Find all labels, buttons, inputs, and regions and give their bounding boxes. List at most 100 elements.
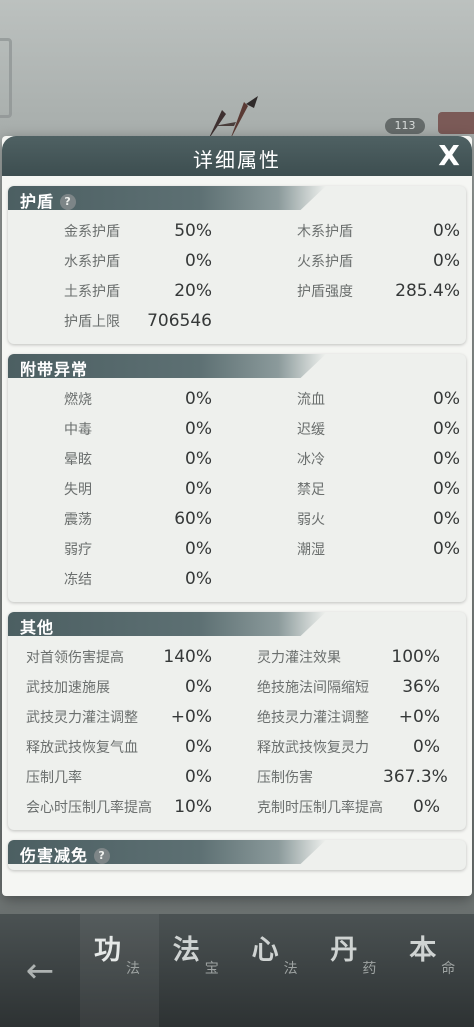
- dialog-header: 详细属性 X: [2, 136, 472, 176]
- stat-row: 释放武技恢复气血 0% 释放武技恢复灵力 0%: [8, 732, 466, 762]
- stat-value: 0%: [185, 569, 212, 589]
- stat-value: 285.4%: [395, 281, 460, 301]
- help-icon[interactable]: ?: [94, 848, 111, 864]
- stat-value: 20%: [174, 281, 212, 301]
- stat-value: 140%: [163, 647, 212, 667]
- stat-grid: 金系护盾 50% 木系护盾 0% 水系护盾 0% 火系护盾 0% 土系护盾 20% 护盾强…: [8, 210, 466, 344]
- stat-row: 水系护盾 0% 火系护盾 0%: [8, 246, 466, 276]
- section-shield: 护盾? 金系护盾 50% 木系护盾 0% 水系护盾 0% 火系护盾 0% 土系护盾 20%…: [8, 186, 466, 344]
- stat-label: 弱火: [297, 512, 325, 528]
- tab-fabao[interactable]: 法 宝: [159, 914, 238, 1027]
- tab-sublabel: 药: [362, 961, 377, 977]
- stat-label: 木系护盾: [297, 224, 353, 240]
- stat-row: 失明 0% 禁足 0%: [8, 474, 466, 504]
- stat-label: 失明: [64, 482, 92, 498]
- stat-row: 震荡 60% 弱火 0%: [8, 504, 466, 534]
- section-status-effects: 附带异常 燃烧 0% 流血 0% 中毒 0% 迟缓 0% 晕眩 0% 冰冷 0% 失明 0% …: [8, 354, 466, 602]
- tab-sublabel: 法: [126, 961, 140, 977]
- stat-value: 0%: [185, 251, 212, 271]
- stat-label: 对首领伤害提高: [26, 650, 124, 666]
- stat-label: 弱疗: [64, 542, 92, 558]
- stat-value: 60%: [174, 509, 212, 529]
- dialog-body[interactable]: 护盾? 金系护盾 50% 木系护盾 0% 水系护盾 0% 火系护盾 0% 土系护盾 20%…: [2, 176, 472, 870]
- tab-sublabel: 法: [283, 961, 298, 977]
- stat-value: 0%: [433, 419, 460, 439]
- stat-value: 50%: [174, 221, 212, 241]
- stat-value: 0%: [433, 479, 460, 499]
- stat-value: +0%: [170, 707, 212, 727]
- bottom-nav: ← 功 法 法 宝 心 法 丹 药 本 命: [0, 914, 474, 1027]
- back-button[interactable]: ←: [0, 914, 80, 1027]
- stat-value: 0%: [185, 449, 212, 469]
- section-header: 伤害减免?: [8, 840, 326, 865]
- stat-label: 潮湿: [297, 542, 325, 558]
- stat-label: 武技灵力灌注调整: [26, 710, 138, 726]
- section-title: 伤害减免: [20, 846, 89, 865]
- stat-row: 护盾上限 706546: [8, 306, 466, 336]
- section-other: 其他 对首领伤害提高 140% 灵力灌注效果 100% 武技加速施展 0% 绝技施法间…: [8, 612, 466, 830]
- section-title: 附带异常: [20, 360, 89, 379]
- tab-benming[interactable]: 本 命: [395, 914, 474, 1027]
- stat-row: 燃烧 0% 流血 0%: [8, 384, 466, 414]
- stat-row: 会心时压制几率提高 10% 克制时压制几率提高 0%: [8, 792, 466, 822]
- stat-label: 释放武技恢复气血: [26, 740, 138, 756]
- section-title: 其他: [20, 618, 55, 637]
- tab-danyao[interactable]: 丹 药: [316, 914, 395, 1027]
- stat-label: 冻结: [64, 572, 92, 588]
- weapon-illustration: [208, 96, 258, 140]
- section-header: 护盾?: [8, 186, 326, 211]
- stat-label: 压制几率: [26, 770, 82, 786]
- stat-value: 36%: [402, 677, 440, 697]
- stat-value: 0%: [185, 677, 212, 697]
- section-header: 附带异常: [8, 354, 326, 379]
- stat-label: 克制时压制几率提高: [257, 800, 383, 816]
- stat-label: 绝技施法间隔缩短: [257, 680, 369, 696]
- stat-label: 水系护盾: [64, 254, 120, 270]
- tab-gongfa[interactable]: 功 法: [80, 914, 159, 1027]
- stat-row: 武技灵力灌注调整 +0% 绝技灵力灌注调整 +0%: [8, 702, 466, 732]
- stat-value: 0%: [185, 539, 212, 559]
- stat-label: 迟缓: [297, 422, 325, 438]
- stat-label: 会心时压制几率提高: [26, 800, 152, 816]
- stat-value: 0%: [185, 767, 212, 787]
- stat-value: 0%: [185, 389, 212, 409]
- stat-value: +0%: [398, 707, 440, 727]
- section-damage-reduction: 伤害减免?: [8, 840, 466, 870]
- level-badge: 113: [385, 118, 425, 134]
- stat-value: 0%: [433, 509, 460, 529]
- tab-sublabel: 宝: [204, 961, 219, 977]
- stat-value: 0%: [413, 737, 440, 757]
- tab-label: 丹: [330, 935, 358, 966]
- stat-label: 燃烧: [64, 392, 92, 408]
- stat-row: 冻结 0%: [8, 564, 466, 594]
- stat-value: 100%: [391, 647, 440, 667]
- tab-label: 功: [94, 935, 121, 966]
- tab-xinfa[interactable]: 心 法: [238, 914, 317, 1027]
- stat-label: 灵力灌注效果: [257, 650, 341, 666]
- stat-value: 0%: [185, 737, 212, 757]
- stat-label: 禁足: [297, 482, 325, 498]
- stat-value: 0%: [433, 449, 460, 469]
- stat-grid: 对首领伤害提高 140% 灵力灌注效果 100% 武技加速施展 0% 绝技施法间隔缩短…: [8, 636, 466, 830]
- stat-row: 弱疗 0% 潮湿 0%: [8, 534, 466, 564]
- stat-value: 0%: [413, 797, 440, 817]
- stat-row: 金系护盾 50% 木系护盾 0%: [8, 216, 466, 246]
- section-header: 其他: [8, 612, 326, 637]
- stat-label: 压制伤害: [257, 770, 313, 786]
- stat-value: 0%: [185, 479, 212, 499]
- stat-label: 火系护盾: [297, 254, 353, 270]
- stat-label: 释放武技恢复灵力: [257, 740, 369, 756]
- dialog-title: 详细属性: [193, 148, 281, 172]
- help-icon[interactable]: ?: [60, 194, 77, 210]
- stat-row: 中毒 0% 迟缓 0%: [8, 414, 466, 444]
- side-tab[interactable]: [438, 112, 474, 134]
- stat-value: 706546: [147, 311, 212, 331]
- stat-value: 0%: [433, 221, 460, 241]
- stat-label: 流血: [297, 392, 325, 408]
- tab-sublabel: 命: [441, 961, 456, 977]
- attributes-dialog: 详细属性 X 护盾? 金系护盾 50% 木系护盾 0% 水系护盾 0% 火系护盾 0%: [2, 136, 472, 896]
- stat-row: 武技加速施展 0% 绝技施法间隔缩短 36%: [8, 672, 466, 702]
- stat-label: 中毒: [64, 422, 92, 438]
- stat-label: 震荡: [64, 512, 92, 528]
- close-button[interactable]: X: [434, 141, 464, 171]
